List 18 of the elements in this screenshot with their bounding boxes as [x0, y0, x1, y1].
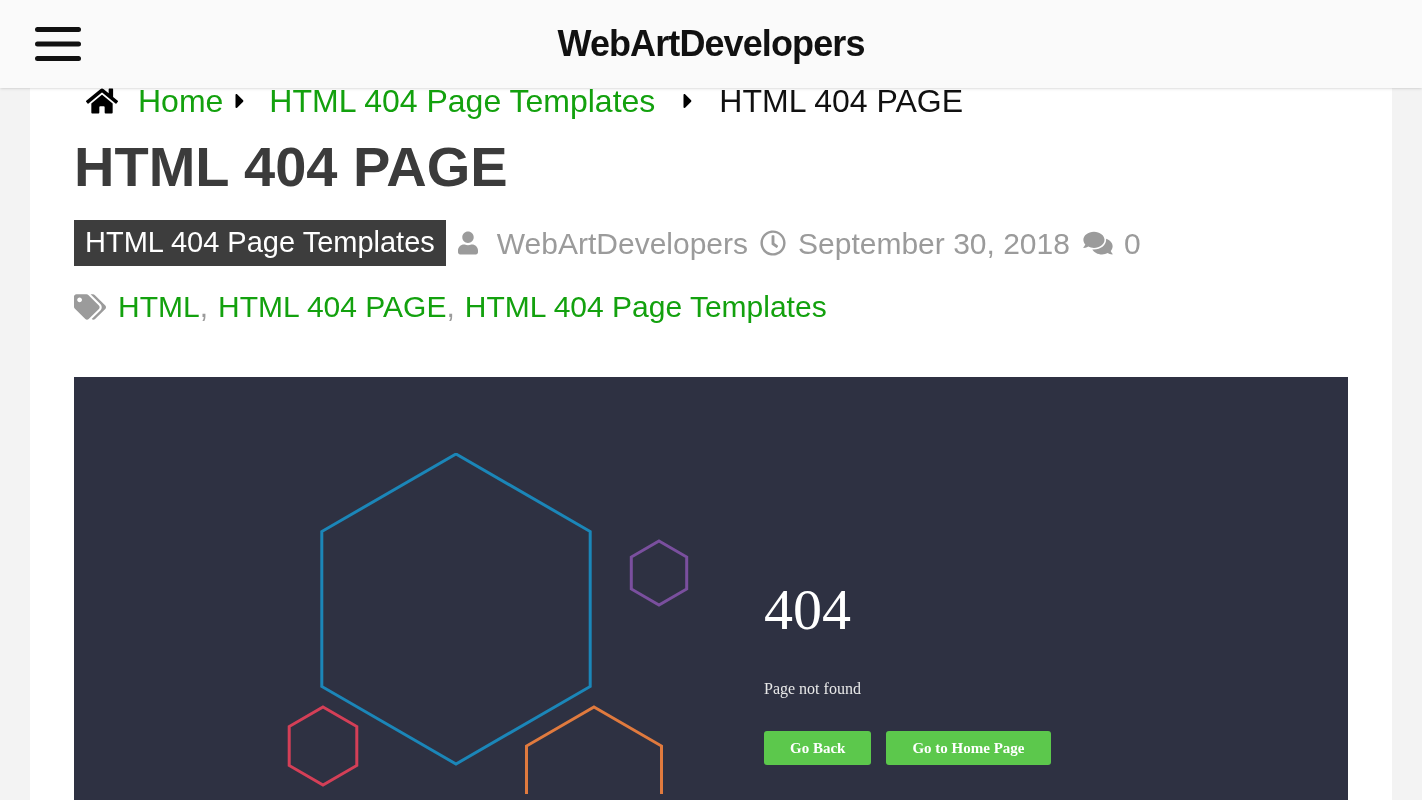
category-badge[interactable]: HTML 404 Page Templates — [74, 220, 446, 266]
article-title: HTML 404 PAGE — [74, 139, 509, 195]
tag-link[interactable]: HTML — [118, 284, 200, 329]
breadcrumb-link[interactable]: HTML 404 Page Templates — [269, 85, 656, 117]
tag-link[interactable]: HTML 404 Page Templates — [464, 284, 827, 329]
breadcrumb-link[interactable]: Home — [138, 85, 224, 117]
error-message: Page not found — [764, 679, 862, 700]
post-date: September 30, 2018 — [798, 225, 1070, 262]
breadcrumb-current: HTML 404 PAGE — [719, 85, 963, 117]
preview-button[interactable]: Go Back — [764, 731, 872, 765]
tag-link[interactable]: HTML 404 PAGE — [218, 284, 447, 329]
author-name[interactable]: WebArtDevelopers — [496, 220, 749, 266]
tag-separator: , — [199, 289, 208, 325]
comment-count[interactable]: 0 — [1123, 220, 1141, 266]
preview-button[interactable]: Go to Home Page — [886, 731, 1051, 765]
site-title[interactable]: WebArtDevelopers — [557, 17, 865, 71]
error-code: 404 — [764, 581, 852, 639]
tag-separator: , — [446, 289, 455, 325]
